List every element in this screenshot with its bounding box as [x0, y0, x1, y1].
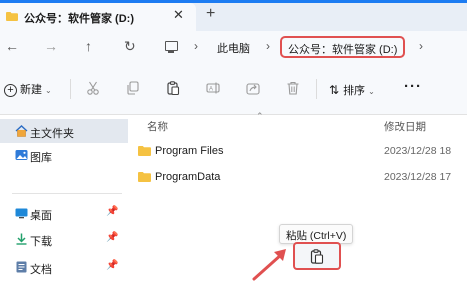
sidebar-item-downloads[interactable]: 下载 📌	[0, 227, 128, 251]
pin-icon[interactable]: 📌	[106, 206, 118, 217]
delete-icon[interactable]	[286, 81, 300, 95]
file-modified-date: 2023/12/28 17	[384, 171, 452, 183]
up-button[interactable]: ↑	[85, 38, 92, 54]
breadcrumb-chevron-icon[interactable]: ›	[266, 39, 270, 53]
sidebar-item-desktop[interactable]: 桌面 📌	[0, 201, 128, 225]
sidebar-item-label: 主文件夹	[30, 128, 74, 140]
paste-icon[interactable]	[166, 81, 180, 95]
pin-icon[interactable]: 📌	[106, 260, 118, 271]
home-icon	[15, 125, 28, 137]
file-row[interactable]: Program Files 2023/12/28 18	[128, 140, 467, 164]
sidebar-item-documents[interactable]: 文档 📌	[0, 255, 128, 279]
share-icon[interactable]	[246, 81, 260, 95]
gallery-icon	[15, 150, 28, 160]
sidebar-item-label: 桌面	[30, 210, 52, 222]
chevron-down-icon: ⌄	[45, 86, 52, 95]
new-button[interactable]: + 新建 ⌄	[4, 81, 52, 97]
sort-icon: ⇅	[329, 83, 340, 97]
breadcrumb-this-pc[interactable]: 此电脑	[217, 40, 250, 56]
new-tab-button[interactable]: +	[206, 5, 215, 23]
desktop-icon	[15, 208, 28, 219]
download-icon	[16, 233, 27, 245]
sort-button[interactable]: ⇅ 排序 ⌄	[329, 82, 375, 98]
pin-icon[interactable]: 📌	[106, 232, 118, 243]
new-button-label: 新建	[20, 84, 42, 96]
breadcrumb-current-drive[interactable]: 公众号：软件管家 (D:)	[280, 36, 406, 58]
navigation-pane: 主文件夹 图库 桌面 📌 下载 📌 文档 📌	[0, 115, 128, 281]
tab-current-folder[interactable]: 公众号：软件管家 (D:) ✕	[0, 3, 196, 31]
file-modified-date: 2023/12/28 18	[384, 145, 452, 157]
file-name: ProgramData	[155, 171, 221, 183]
forward-button[interactable]: →	[44, 38, 58, 54]
annotation-arrow-icon	[252, 249, 286, 281]
more-options-button[interactable]: ···	[404, 78, 422, 95]
folder-icon	[6, 12, 18, 21]
tab-title: 公众号：软件管家 (D:)	[24, 13, 134, 25]
toolbar-divider	[316, 79, 317, 99]
copy-icon[interactable]	[126, 81, 140, 95]
sidebar-item-home[interactable]: 主文件夹	[0, 119, 128, 143]
sort-button-label: 排序	[343, 85, 366, 97]
sidebar-item-label: 下载	[30, 236, 52, 248]
context-paste-button[interactable]	[293, 242, 341, 270]
file-name: Program Files	[155, 145, 224, 157]
navigation-bar: ← → ↑ ↻ › 此电脑 › 公众号：软件管家 (D:) ›	[0, 31, 467, 63]
sidebar-item-label: 文档	[30, 264, 52, 276]
paste-icon	[310, 249, 324, 264]
breadcrumb-chevron-icon[interactable]: ›	[194, 39, 198, 53]
sidebar-divider	[12, 193, 122, 194]
cut-icon[interactable]	[86, 81, 100, 95]
rename-icon[interactable]: A	[206, 81, 220, 95]
back-button[interactable]: ←	[5, 38, 19, 54]
refresh-button[interactable]: ↻	[124, 38, 136, 55]
svg-text:A: A	[209, 87, 213, 93]
paste-tooltip: 粘贴 (Ctrl+V)	[279, 224, 354, 244]
documents-icon	[16, 261, 27, 273]
computer-icon[interactable]	[165, 41, 178, 53]
tab-bar: 公众号：软件管家 (D:) ✕ +	[0, 3, 467, 31]
breadcrumb-chevron-icon[interactable]: ›	[419, 39, 423, 53]
command-bar: + 新建 ⌄ A ⇅ 排序 ⌄ ···	[0, 63, 467, 115]
folder-icon	[138, 172, 151, 182]
plus-icon: +	[4, 84, 17, 97]
close-tab-icon[interactable]: ✕	[173, 7, 184, 23]
column-header-name[interactable]: 名称	[147, 119, 168, 134]
column-header-modified[interactable]: 修改日期	[384, 119, 426, 134]
file-row[interactable]: ProgramData 2023/12/28 17	[128, 166, 467, 190]
sort-ascending-icon: ⌃	[256, 111, 264, 121]
sidebar-item-gallery[interactable]: 图库	[0, 143, 128, 167]
folder-icon	[138, 146, 151, 156]
toolbar-divider	[70, 79, 71, 99]
sidebar-item-label: 图库	[30, 152, 52, 164]
chevron-down-icon: ⌄	[368, 87, 375, 96]
